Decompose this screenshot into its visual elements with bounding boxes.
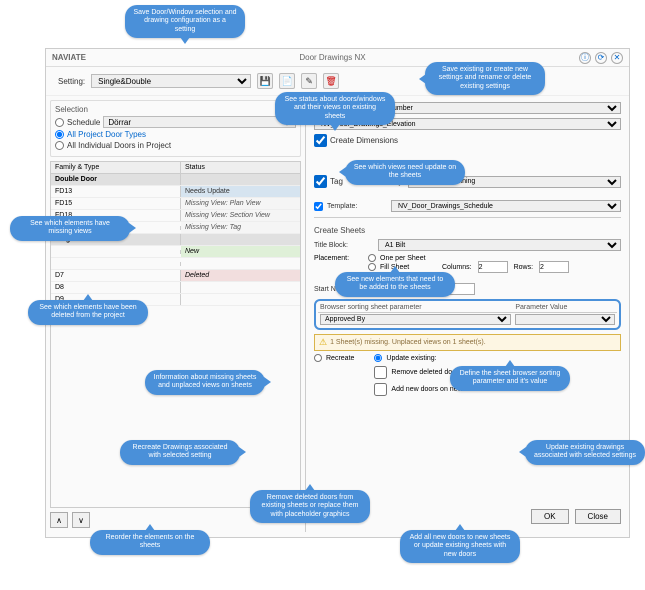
columns-label: Columns:: [442, 264, 472, 271]
recreate-label: Recreate: [326, 355, 354, 362]
template-select[interactable]: NV_Door_Drawings_Schedule: [391, 200, 621, 212]
all-types-label: All Project Door Types: [67, 130, 146, 139]
placement-fill-radio[interactable]: [368, 263, 376, 271]
title-block-select[interactable]: A1 Bilt: [378, 239, 621, 251]
template-check[interactable]: [314, 202, 323, 211]
browser-value-header: Parameter Value: [513, 303, 617, 313]
template-label: Template:: [327, 203, 387, 210]
schedule-label: Schedule: [67, 118, 100, 127]
warning-text: 1 Sheet(s) missing. Unplaced views on 1 …: [330, 339, 486, 346]
rows-label: Rows:: [514, 264, 533, 271]
callout-needs-update: See which views need update on the sheet…: [345, 160, 465, 185]
columns-input[interactable]: [478, 261, 508, 273]
callout-status: See status about doors/windows and their…: [275, 92, 395, 125]
create-dimensions-check[interactable]: [314, 134, 327, 147]
delete-button[interactable]: 🗑: [323, 73, 339, 89]
callout-settings-crud: Save existing or create new settings and…: [425, 62, 545, 95]
help-icon[interactable]: ⓘ: [579, 52, 591, 64]
table-row[interactable]: [51, 258, 300, 270]
callout-reorder: Reorder the elements on the sheets: [90, 530, 210, 555]
remove-deleted-check[interactable]: [374, 366, 387, 379]
col-status-header: Status: [181, 162, 300, 173]
callout-save-setting: Save Door/Window selection and drawing c…: [125, 5, 245, 38]
schedule-select[interactable]: Dörrar: [103, 116, 296, 128]
callout-missing-views: See which elements have missing views: [10, 216, 130, 241]
placement-one-label: One per Sheet: [380, 255, 426, 262]
browser-value-select[interactable]: [515, 314, 615, 325]
create-sheets-label: Create Sheets: [314, 226, 621, 235]
update-existing-radio[interactable]: [374, 354, 382, 362]
titlebar: NAVIATE Door Drawings NX ⓘ ⟳ ✕: [46, 49, 629, 67]
rows-input[interactable]: [539, 261, 569, 273]
title-block-label: Title Block:: [314, 242, 374, 249]
update-existing-label: Update existing:: [386, 355, 436, 362]
all-types-radio[interactable]: [55, 130, 64, 139]
save-button[interactable]: 💾: [257, 73, 273, 89]
brand-label: NAVIATE: [52, 53, 86, 62]
callout-new-elements: See new elements that need to be added t…: [335, 272, 455, 297]
browser-sort-box: Browser sorting sheet parameterParameter…: [314, 299, 621, 330]
tag-label: Tag: [330, 177, 343, 186]
move-up-button[interactable]: ∧: [50, 512, 68, 528]
setting-label: Setting:: [58, 77, 85, 86]
all-individual-label: All Individual Doors in Project: [67, 141, 171, 150]
move-down-button[interactable]: ∨: [72, 512, 90, 528]
table-row[interactable]: FD13Needs Update: [51, 186, 300, 198]
callout-update-existing: Update existing drawings associated with…: [525, 440, 645, 465]
create-dimensions-label: Create Dimensions: [330, 136, 398, 145]
callout-add-new: Add all new doors to new sheets or updat…: [400, 530, 520, 563]
rename-button[interactable]: ✎: [301, 73, 317, 89]
callout-recreate: Recreate Drawings associated with select…: [120, 440, 240, 465]
all-individual-radio[interactable]: [55, 141, 64, 150]
warning-icon: ⚠: [319, 337, 327, 348]
table-row[interactable]: D7Deleted: [51, 270, 300, 282]
col-family-header: Family & Type: [51, 162, 181, 173]
schedule-radio[interactable]: [55, 118, 64, 127]
callout-deleted: See which elements have been deleted fro…: [28, 300, 148, 325]
tag-check[interactable]: [314, 175, 327, 188]
callout-browser-sort: Define the sheet browser sorting paramet…: [450, 366, 570, 391]
ok-button[interactable]: OK: [531, 509, 569, 524]
refresh-icon[interactable]: ⟳: [595, 52, 607, 64]
warning-bar: ⚠ 1 Sheet(s) missing. Unplaced views on …: [314, 334, 621, 351]
selection-group: Selection Schedule Dörrar All Project Do…: [50, 100, 301, 157]
dialog-title: Door Drawings NX: [299, 53, 365, 62]
table-row[interactable]: New: [51, 246, 300, 258]
table-row[interactable]: FD15Missing View: Plan View: [51, 198, 300, 210]
close-icon[interactable]: ✕: [611, 52, 623, 64]
placement-one-radio[interactable]: [368, 254, 376, 262]
browser-param-select[interactable]: Approved By: [320, 314, 511, 325]
saveas-button[interactable]: 📄: [279, 73, 295, 89]
browser-param-header: Browser sorting sheet parameter: [318, 303, 513, 313]
table-group-row[interactable]: Double Door: [51, 174, 300, 186]
callout-missing-sheets: Information about missing sheets and unp…: [145, 370, 265, 395]
add-new-check[interactable]: [374, 383, 387, 396]
recreate-radio[interactable]: [314, 354, 322, 362]
table-row[interactable]: D8: [51, 282, 300, 294]
selection-heading: Selection: [55, 105, 296, 114]
placement-label: Placement:: [314, 255, 364, 262]
setting-select[interactable]: Single&Double: [91, 74, 251, 88]
close-button[interactable]: Close: [575, 509, 621, 524]
callout-remove-deleted: Remove deleted doors from existing sheet…: [250, 490, 370, 523]
